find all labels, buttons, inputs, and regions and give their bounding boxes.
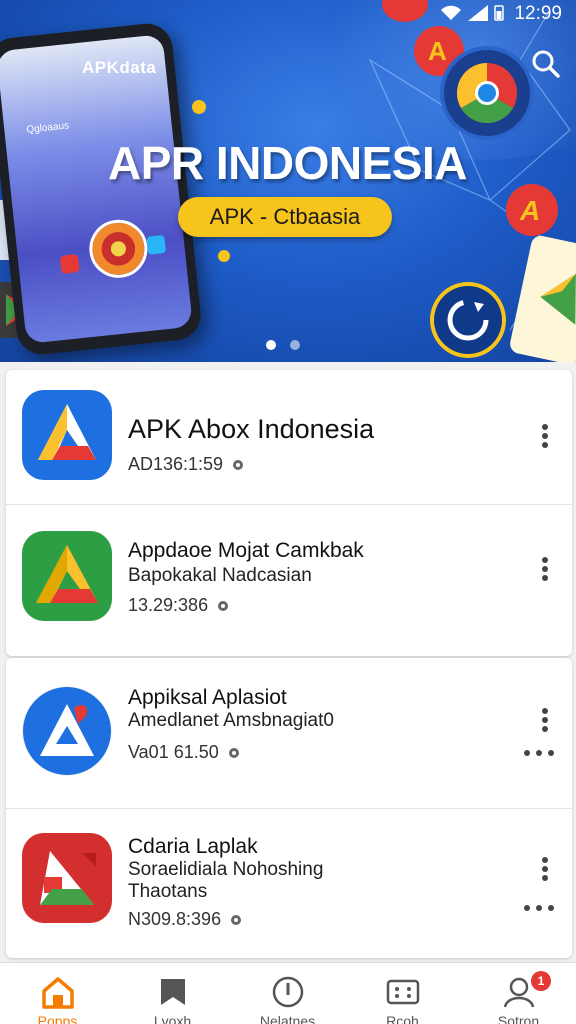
app-name: APK Abox Indonesia	[128, 414, 375, 444]
gear-icon	[233, 459, 244, 470]
more-options-icon[interactable]	[538, 422, 552, 454]
chrome-icon	[456, 62, 517, 124]
nav-item-notifications[interactable]: Nelatnes	[230, 963, 345, 1024]
sync-icon	[447, 299, 489, 341]
app-meta: Va01 61.50	[128, 742, 243, 763]
gear-icon	[228, 747, 239, 758]
status-icons	[440, 5, 504, 21]
phone-wheel-graphic	[86, 216, 151, 281]
app-screen: 12:99 Qgloaaus APKdata APR INDONESIA APK…	[0, 0, 576, 1024]
bookmark-icon	[161, 979, 185, 1005]
apk-triangle-blue-circle-icon	[22, 686, 112, 776]
app-name: Appdaoe Mojat Camkbak	[128, 539, 364, 562]
decor-dot	[218, 250, 230, 262]
app-list-card: Appiksal Aplasiot Amedlanet Amsbnagiat0 …	[6, 658, 572, 958]
nav-label: Rcoh	[386, 1013, 419, 1024]
list-item[interactable]: APK Abox Indonesia AD136:1:59	[6, 370, 572, 504]
app-subtitle: Amedlanet Amsbnagiat0	[128, 710, 334, 731]
wifi-icon	[441, 5, 461, 20]
svg-text:A: A	[519, 195, 540, 226]
app-meta-text: Va01 61.50	[128, 742, 219, 762]
signal-icon	[468, 5, 488, 21]
phone-app-tile	[146, 234, 167, 255]
status-time: 12:99	[514, 3, 562, 24]
banner-brand: APKdata	[82, 58, 157, 77]
banner-title: APR INDONESIA	[108, 137, 467, 189]
carousel-indicator	[266, 340, 300, 350]
grid-icon	[386, 979, 420, 1005]
app-meta: N309.8:396	[128, 909, 245, 930]
app-subtitle: Bapokakal Nadcasian	[128, 565, 312, 586]
app-name: Cdaria Laplak	[128, 835, 258, 858]
search-icon[interactable]	[530, 48, 560, 78]
app-meta-text: 13.29:386	[128, 595, 209, 615]
nav-item-profile[interactable]: 1 Sotron	[461, 963, 576, 1024]
app-meta: AD136:1:59	[128, 454, 247, 475]
app-name: Appiksal Aplasiot	[128, 686, 287, 709]
carousel-dot-active[interactable]	[266, 340, 276, 350]
home-icon	[42, 977, 74, 1009]
more-options-icon[interactable]	[538, 855, 552, 887]
nav-label: Lvoxh	[153, 1013, 192, 1024]
app-subtitle-2: Thaotans	[128, 881, 208, 902]
notification-badge: 1	[531, 971, 551, 991]
app-bubble-a-small: A	[506, 184, 558, 236]
app-meta-text: AD136:1:59	[128, 454, 224, 474]
bottom-navigation: Popps Lvoxh Nelatnes Rcoh 1 Sotron	[0, 962, 576, 1024]
sync-bubble	[430, 282, 506, 358]
battery-icon	[494, 5, 504, 21]
gear-icon	[218, 600, 229, 611]
more-options-icon[interactable]	[538, 706, 552, 738]
decor-dot	[192, 100, 206, 114]
app-list: APK Abox Indonesia AD136:1:59 Appdaoe Mo…	[0, 362, 576, 962]
nav-label: Popps	[37, 1013, 78, 1024]
app-meta-text: N309.8:396	[128, 909, 222, 929]
more-horizontal-icon[interactable]	[524, 750, 554, 758]
list-item[interactable]: Appdaoe Mojat Camkbak Bapokakal Nadcasia…	[6, 504, 572, 656]
banner-subtitle-pill[interactable]: APK - Ctbaasia	[178, 197, 392, 237]
gear-icon	[231, 914, 242, 925]
apk-triangle-green-icon	[22, 531, 112, 621]
promo-banner[interactable]: 12:99 Qgloaaus APKdata APR INDONESIA APK…	[0, 0, 576, 362]
chrome-bubble	[444, 50, 530, 136]
apk-triangle-red-icon	[22, 833, 112, 923]
phone-screen-title: Qgloaaus	[25, 120, 70, 136]
list-item[interactable]: Appiksal Aplasiot Amedlanet Amsbnagiat0 …	[6, 658, 572, 808]
alert-icon	[272, 976, 304, 1008]
status-bar: 12:99	[0, 0, 576, 26]
app-meta: 13.29:386	[128, 595, 232, 616]
nav-item-apps[interactable]: Rcoh	[345, 963, 460, 1024]
app-list-card: APK Abox Indonesia AD136:1:59 Appdaoe Mo…	[6, 370, 572, 656]
nav-label: Nelatnes	[259, 1013, 316, 1024]
app-subtitle: Soraelidiala Nohoshing	[128, 859, 324, 880]
nav-item-library[interactable]: Lvoxh	[115, 963, 230, 1024]
nav-label: Sotron	[497, 1013, 540, 1024]
more-horizontal-icon[interactable]	[524, 905, 554, 913]
carousel-dot[interactable]	[290, 340, 300, 350]
nav-item-home[interactable]: Popps	[0, 963, 115, 1024]
more-options-icon[interactable]	[538, 555, 552, 587]
phone-app-tile	[59, 254, 80, 274]
list-item[interactable]: Cdaria Laplak Soraelidiala Nohoshing Tha…	[6, 808, 572, 958]
apk-triangle-blue-icon	[22, 390, 112, 480]
